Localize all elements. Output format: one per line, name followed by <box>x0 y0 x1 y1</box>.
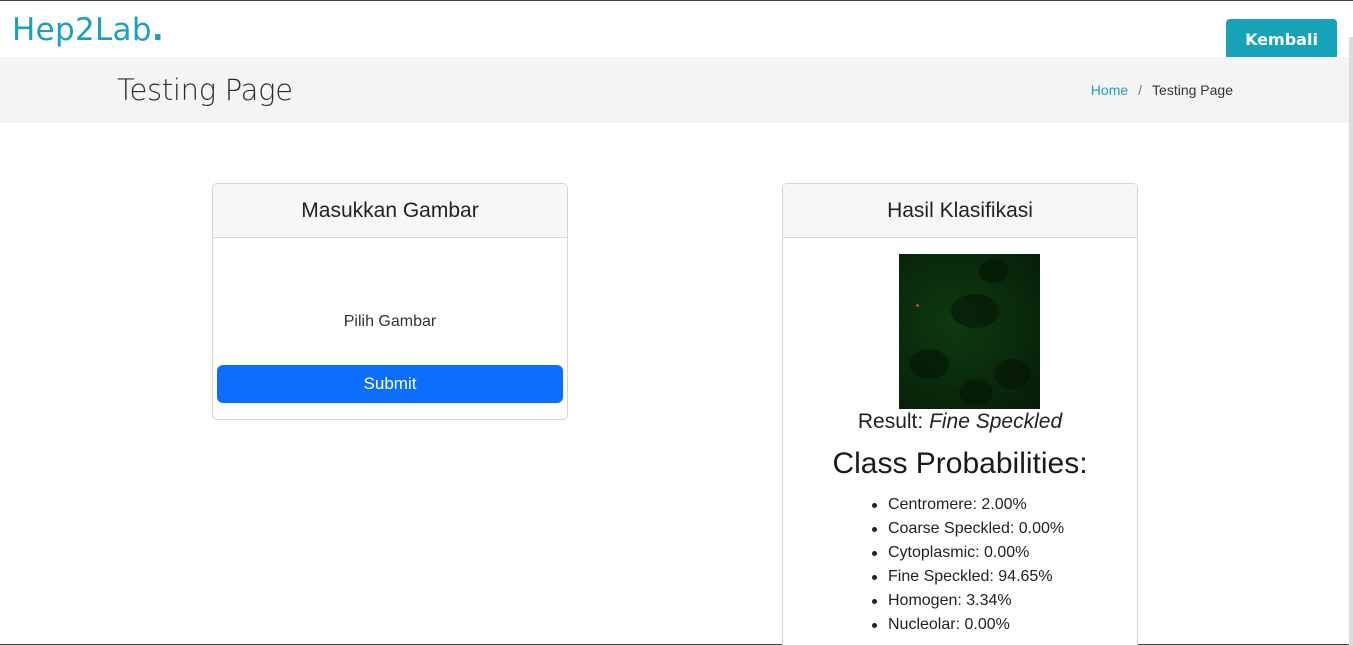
result-prefix: Result: <box>857 410 924 433</box>
probability-item: Cytoplasmic: 0.00% <box>871 541 1064 565</box>
classified-cell-image <box>899 254 1040 409</box>
result-card-title: Hasil Klasifikasi <box>783 184 1137 238</box>
probability-item: Fine Speckled: 94.65% <box>871 565 1064 589</box>
probability-item: Homogen: 3.34% <box>871 589 1064 613</box>
breadcrumb-home-link[interactable]: Home <box>1091 82 1128 98</box>
upload-card-title: Masukkan Gambar <box>213 184 567 238</box>
probability-item: Centromere: 2.00% <box>871 493 1064 517</box>
choose-image-input[interactable]: Pilih Gambar <box>213 313 567 331</box>
logo-dot: . <box>151 12 164 48</box>
probabilities-list: Centromere: 2.00% Coarse Speckled: 0.00%… <box>871 493 1064 637</box>
breadcrumb-separator: / <box>1138 82 1143 98</box>
probability-item: Nucleolar: 0.00% <box>871 613 1064 637</box>
result-card: Hasil Klasifikasi Result: Fine Speckled … <box>782 183 1138 645</box>
page-scrollbar[interactable] <box>1349 37 1353 645</box>
upload-card: Masukkan Gambar Pilih Gambar Submit <box>212 183 568 420</box>
breadcrumb: Home / Testing Page <box>1091 82 1233 98</box>
logo-text: Hep2Lab <box>12 12 152 48</box>
breadcrumb-current: Testing Page <box>1152 82 1233 98</box>
submit-button[interactable]: Submit <box>217 365 563 403</box>
page-title: Testing Page <box>117 73 293 107</box>
result-text: Result: Fine Speckled <box>783 410 1137 434</box>
brand-logo[interactable]: Hep2Lab. <box>12 15 164 46</box>
result-value: Fine Speckled <box>929 410 1063 433</box>
back-button[interactable]: Kembali <box>1226 19 1337 60</box>
probabilities-heading: Class Probabilities: <box>832 447 1088 480</box>
page-title-bar: Testing Page Home / Testing Page <box>0 57 1349 123</box>
probability-item: Coarse Speckled: 0.00% <box>871 517 1064 541</box>
top-navbar: Hep2Lab. Kembali <box>0 1 1353 60</box>
